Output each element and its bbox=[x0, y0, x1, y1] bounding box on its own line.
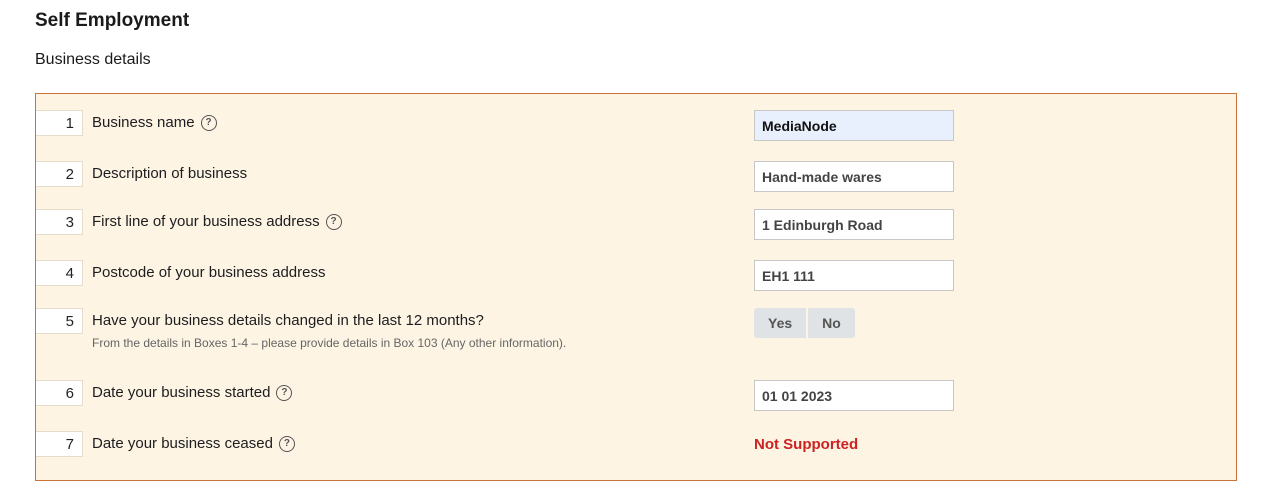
not-supported-text: Not Supported bbox=[754, 436, 859, 453]
box-number: 1 bbox=[36, 110, 83, 136]
page-title: Self Employment bbox=[35, 10, 190, 31]
yes-no-toggle: Yes No bbox=[754, 308, 855, 338]
address-input[interactable] bbox=[754, 209, 954, 240]
yes-button[interactable]: Yes bbox=[754, 308, 807, 338]
no-button[interactable]: No bbox=[808, 308, 855, 338]
box-number: 3 bbox=[36, 209, 83, 235]
box-number: 6 bbox=[36, 380, 83, 406]
date-started-label: Date your business started bbox=[92, 384, 271, 401]
postcode-input[interactable] bbox=[754, 260, 954, 291]
postcode-label: Postcode of your business address bbox=[92, 264, 326, 281]
address-label: First line of your business address bbox=[92, 213, 320, 230]
description-input[interactable] bbox=[754, 161, 954, 192]
field-label: First line of your business address ? bbox=[92, 213, 342, 230]
box-number: 5 bbox=[36, 308, 83, 334]
box-number: 2 bbox=[36, 161, 83, 187]
help-icon[interactable]: ? bbox=[325, 213, 342, 230]
field-label: Description of business bbox=[92, 165, 247, 182]
date-ceased-label: Date your business ceased bbox=[92, 435, 273, 452]
help-icon[interactable]: ? bbox=[278, 435, 295, 452]
box-number: 7 bbox=[36, 431, 83, 457]
field-label: Date your business ceased ? bbox=[92, 435, 295, 452]
details-changed-hint: From the details in Boxes 1-4 – please p… bbox=[92, 336, 567, 350]
help-icon[interactable]: ? bbox=[276, 384, 293, 401]
details-changed-label: Have your business details changed in th… bbox=[92, 312, 484, 329]
field-label: Business name ? bbox=[92, 114, 217, 131]
business-name-label: Business name bbox=[92, 114, 195, 131]
field-label: Have your business details changed in th… bbox=[92, 312, 484, 329]
business-name-input[interactable] bbox=[754, 110, 954, 141]
box-number: 4 bbox=[36, 260, 83, 286]
field-label: Postcode of your business address bbox=[92, 264, 325, 281]
business-details-panel: 1 Business name ? 2 Description of busin… bbox=[35, 93, 1237, 481]
field-label: Date your business started ? bbox=[92, 384, 293, 401]
description-label: Description of business bbox=[92, 165, 248, 182]
help-icon[interactable]: ? bbox=[200, 114, 217, 131]
section-title: Business details bbox=[35, 51, 151, 68]
date-started-input[interactable] bbox=[754, 380, 954, 411]
